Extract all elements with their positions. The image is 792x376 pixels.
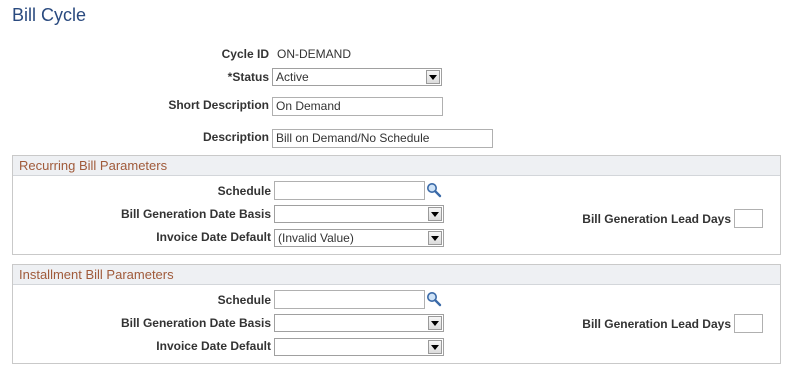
recurring-group-header: Recurring Bill Parameters xyxy=(13,156,780,176)
recurring-lead-days-label: Bill Generation Lead Days xyxy=(582,212,731,226)
installment-lead-days-label: Bill Generation Lead Days xyxy=(582,317,731,331)
recurring-basis-label: Bill Generation Date Basis xyxy=(120,207,271,221)
installment-group-title: Installment Bill Parameters xyxy=(19,267,174,282)
installment-lead-days-input[interactable] xyxy=(734,314,763,333)
description-input[interactable]: Bill on Demand/No Schedule xyxy=(272,129,493,148)
installment-invoice-dropdown[interactable] xyxy=(274,338,444,356)
description-label: Description xyxy=(202,130,269,144)
installment-basis-label: Bill Generation Date Basis xyxy=(120,316,271,330)
status-dropdown[interactable]: Active xyxy=(272,68,442,86)
recurring-lead-days-input[interactable] xyxy=(734,209,763,228)
short-description-input[interactable]: On Demand xyxy=(272,97,443,116)
magnifier-icon[interactable] xyxy=(426,291,442,310)
recurring-invoice-dropdown[interactable]: (Invalid Value) xyxy=(274,229,444,247)
status-value: Active xyxy=(276,70,309,84)
dropdown-arrow-icon[interactable] xyxy=(428,231,442,245)
recurring-schedule-input[interactable] xyxy=(274,181,425,200)
recurring-basis-dropdown[interactable] xyxy=(274,205,444,223)
recurring-invoice-label: Invoice Date Default xyxy=(156,230,271,244)
installment-schedule-input[interactable] xyxy=(274,290,425,309)
dropdown-arrow-icon[interactable] xyxy=(428,207,442,221)
installment-basis-dropdown[interactable] xyxy=(274,314,444,332)
installment-group-header: Installment Bill Parameters xyxy=(13,265,780,285)
status-label: *Status xyxy=(227,70,269,84)
dropdown-arrow-icon[interactable] xyxy=(428,340,442,354)
short-description-label: Short Description xyxy=(168,98,269,112)
recurring-invoice-value: (Invalid Value) xyxy=(278,231,354,245)
cycle-id-label: Cycle ID xyxy=(221,47,269,61)
page-title: Bill Cycle xyxy=(12,5,87,25)
cycle-id-value: ON-DEMAND xyxy=(277,47,351,61)
installment-invoice-label: Invoice Date Default xyxy=(156,339,271,353)
installment-schedule-label: Schedule xyxy=(217,293,271,307)
dropdown-arrow-icon[interactable] xyxy=(428,316,442,330)
magnifier-icon[interactable] xyxy=(426,182,442,201)
recurring-group-title: Recurring Bill Parameters xyxy=(19,158,168,173)
dropdown-arrow-icon[interactable] xyxy=(426,70,440,84)
recurring-schedule-label: Schedule xyxy=(217,184,271,198)
